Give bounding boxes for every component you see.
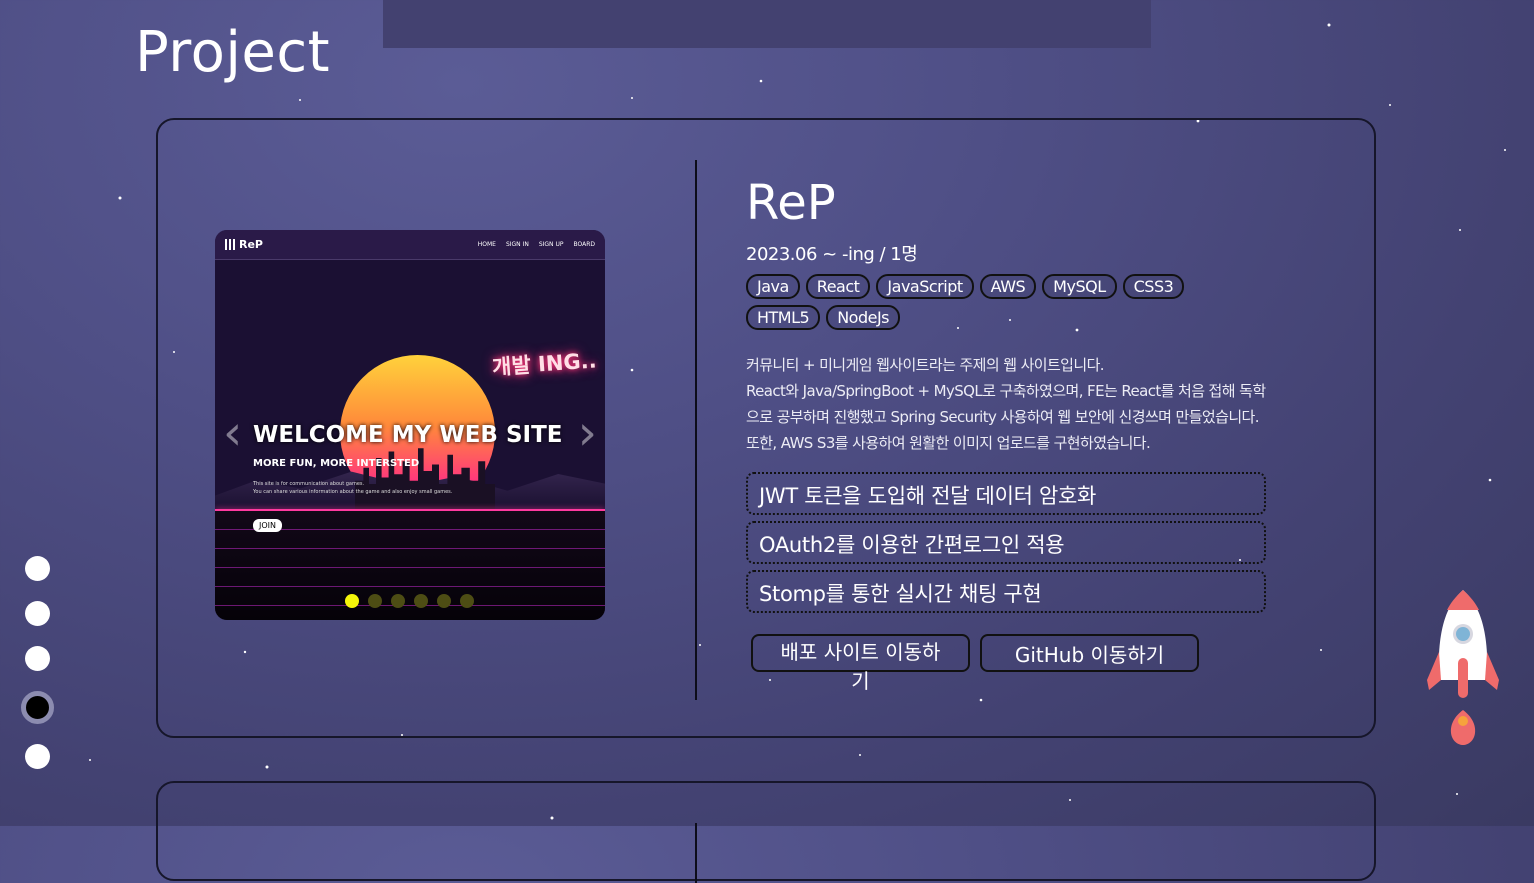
- screenshot-nav-link: BOARD: [573, 241, 595, 248]
- tech-tag: AWS: [979, 274, 1037, 299]
- card-divider: [695, 823, 697, 883]
- screenshot-nav-links: HOME SIGN IN SIGN UP BOARD: [478, 241, 595, 248]
- slider-dot-3[interactable]: [391, 594, 405, 608]
- section-nav-dot-4[interactable]: [21, 691, 54, 724]
- screenshot-subheadline: MORE FUN, MORE INTERSTED: [253, 458, 420, 469]
- project-card: ReP HOME SIGN IN SIGN UP BOARD 개발 ING.. …: [156, 118, 1376, 738]
- bars-logo-icon: [225, 239, 235, 250]
- description-line: 으로 공부하며 진행했고 Spring Security 사용하여 웹 보안에 …: [746, 408, 1259, 426]
- tech-tag: MySQL: [1042, 274, 1117, 299]
- feature-list: JWT 토큰을 도입해 전달 데이터 암호화 OAuth2를 이용한 간편로그인…: [746, 472, 1326, 613]
- feature-item: OAuth2를 이용한 간편로그인 적용: [746, 521, 1266, 564]
- screenshot-nav-link: SIGN UP: [538, 241, 564, 248]
- screenshot-paragraph: This site is for communication about gam…: [253, 480, 452, 496]
- tech-tag: Java: [746, 274, 800, 299]
- section-nav-dot-2[interactable]: [25, 601, 50, 626]
- screenshot-paragraph-line: You can share various information about …: [253, 489, 453, 495]
- section-title: Project: [135, 20, 331, 85]
- section-nav-dot-1[interactable]: [25, 556, 50, 581]
- tech-tag: CSS3: [1122, 274, 1185, 299]
- project-info: ReP 2023.06 ~ -ing / 1명 Java React JavaS…: [746, 172, 1326, 693]
- feature-item: Stomp를 통한 실시간 채팅 구현: [746, 570, 1266, 613]
- screenshot-logo: ReP: [225, 238, 263, 251]
- slider-dot-4[interactable]: [414, 594, 428, 608]
- screenshot-headline: WELCOME MY WEB SITE: [253, 422, 563, 448]
- next-project-card: [156, 781, 1376, 883]
- description-line: React와 Java/SpringBoot + MySQL로 구축하였으며, …: [746, 382, 1266, 400]
- section-nav-dot-3[interactable]: [25, 646, 50, 671]
- feature-item: JWT 토큰을 도입해 전달 데이터 암호화: [746, 472, 1266, 515]
- rocket-icon[interactable]: [1425, 588, 1501, 748]
- screenshot-nav-link: HOME: [477, 241, 496, 248]
- slider-dot-1[interactable]: [345, 594, 359, 608]
- tech-tag: HTML5: [746, 305, 821, 330]
- project-links: 배포 사이트 이동하기 GitHub 이동하기: [751, 634, 1326, 693]
- screenshot-logo-text: ReP: [239, 238, 263, 251]
- screenshot-navbar: ReP HOME SIGN IN SIGN UP BOARD: [215, 230, 605, 260]
- tech-stack-tags: Java React JavaScript AWS MySQL CSS3 HTM…: [746, 274, 1196, 330]
- screenshot-join-button: JOIN: [253, 519, 282, 532]
- screenshot-paragraph-line: This site is for communication about gam…: [253, 481, 365, 487]
- description-line: 또한, AWS S3를 사용하여 원활한 이미지 업로드를 구현하였습니다.: [746, 434, 1151, 452]
- section-nav-dot-5[interactable]: [25, 744, 50, 769]
- tech-tag: JavaScript: [876, 274, 974, 299]
- top-banner-strip: [383, 0, 1151, 48]
- project-description: 커뮤니티 + 미니게임 웹사이트라는 주제의 웹 사이트입니다. React와 …: [746, 352, 1326, 456]
- tech-tag: React: [805, 274, 871, 299]
- screenshot-nav-link: SIGN IN: [505, 241, 529, 248]
- deploy-site-button[interactable]: 배포 사이트 이동하기: [751, 634, 970, 693]
- card-divider: [695, 160, 697, 700]
- slider-next-arrow-icon[interactable]: ›: [578, 405, 597, 461]
- project-name: ReP: [746, 175, 836, 231]
- github-button[interactable]: GitHub 이동하기: [980, 634, 1199, 672]
- project-screenshot-slider[interactable]: ReP HOME SIGN IN SIGN UP BOARD 개발 ING.. …: [215, 230, 605, 620]
- slider-pagination: [345, 594, 474, 608]
- section-navigation: [21, 556, 54, 769]
- slider-dot-6[interactable]: [460, 594, 474, 608]
- screenshot-neon-sign: 개발 ING..: [491, 348, 598, 380]
- description-line: 커뮤니티 + 미니게임 웹사이트라는 주제의 웹 사이트입니다.: [746, 356, 1105, 374]
- tech-tag: NodeJs: [826, 305, 901, 330]
- slider-prev-arrow-icon[interactable]: ‹: [223, 405, 242, 461]
- project-period-team: 2023.06 ~ -ing / 1명: [746, 244, 918, 265]
- slider-dot-2[interactable]: [368, 594, 382, 608]
- slider-dot-5[interactable]: [437, 594, 451, 608]
